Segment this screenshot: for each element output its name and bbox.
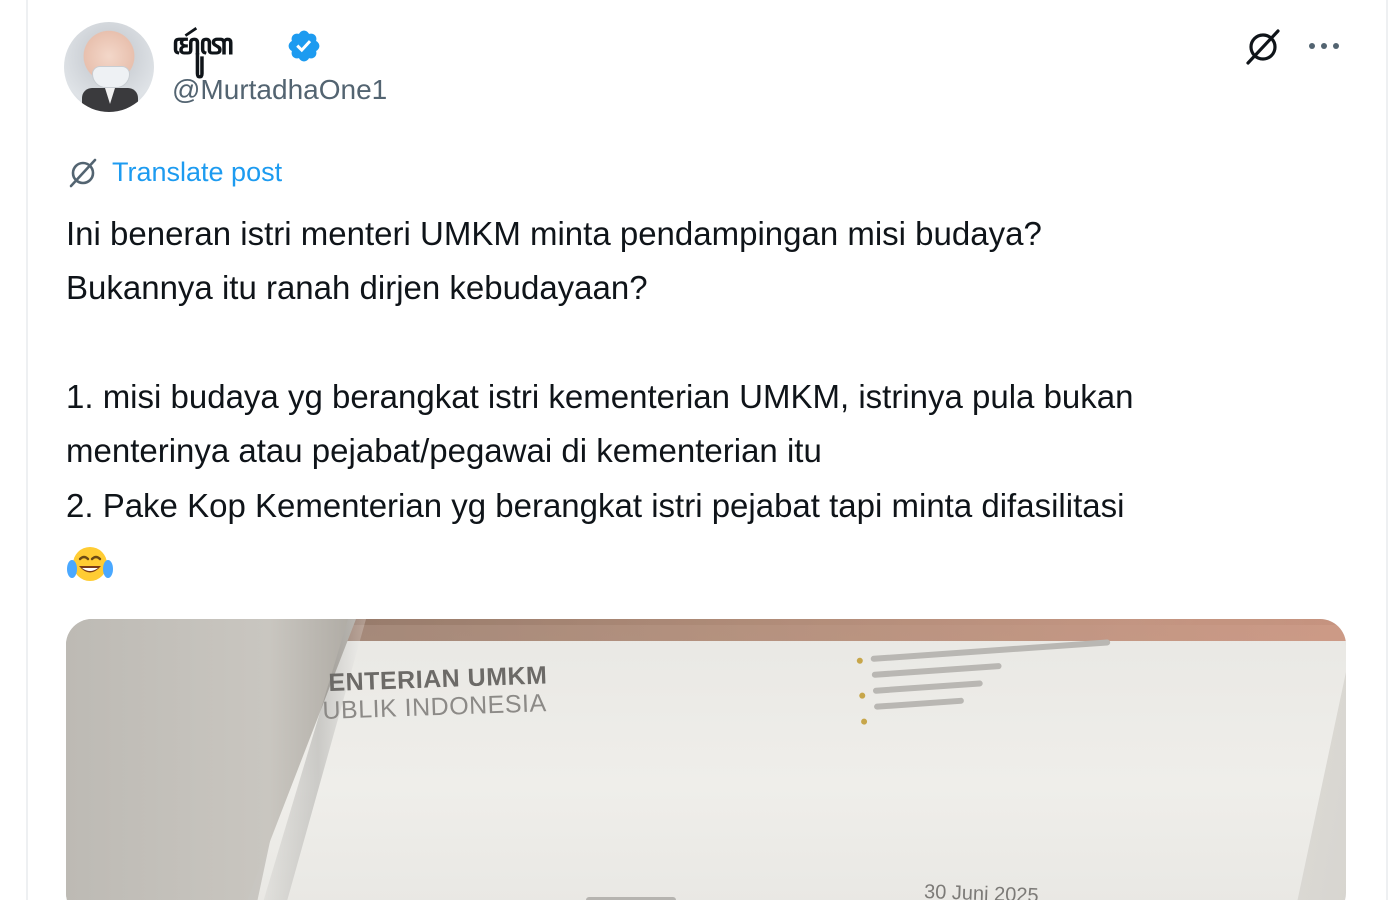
translate-post-link[interactable]: Translate post [66,153,282,191]
post-text-line: 2. Pake Kop Kementerian yg berangkat ist… [66,487,1125,524]
post-text-line: 1. misi budaya yg berangkat istri kement… [66,378,1134,415]
translate-post-label: Translate post [112,156,283,187]
post-image[interactable]: ENTERIAN UMKM UBLIK INDONESIA 30 Juni 20… [66,619,1346,900]
page: ꦩꦸꦂꦠ @MurtadhaOne1 Translate post Ini be… [0,0,1400,900]
grok-slash-icon[interactable] [1242,26,1284,68]
ellipsis-icon[interactable] [1304,28,1344,64]
handle[interactable]: @MurtadhaOne1 [172,74,387,106]
post-text-line: Bukannya itu ranah dirjen kebudayaan? [66,269,648,306]
document-date: 30 Juni 2025 [923,881,1039,900]
grok-slash-icon [69,158,97,188]
post-text-line: Ini beneran istri menteri UMKM minta pen… [66,215,1042,252]
post-text-line: menterinya atau pejabat/pegawai di kemen… [66,432,822,469]
avatar[interactable] [64,22,154,112]
avatar-mask [92,66,130,88]
display-name[interactable]: ꦩꦸꦂꦠ [172,22,233,81]
verified-badge-icon [288,30,320,62]
crying-laughing-emoji-icon [67,547,113,581]
document-top-edge [336,619,1346,641]
